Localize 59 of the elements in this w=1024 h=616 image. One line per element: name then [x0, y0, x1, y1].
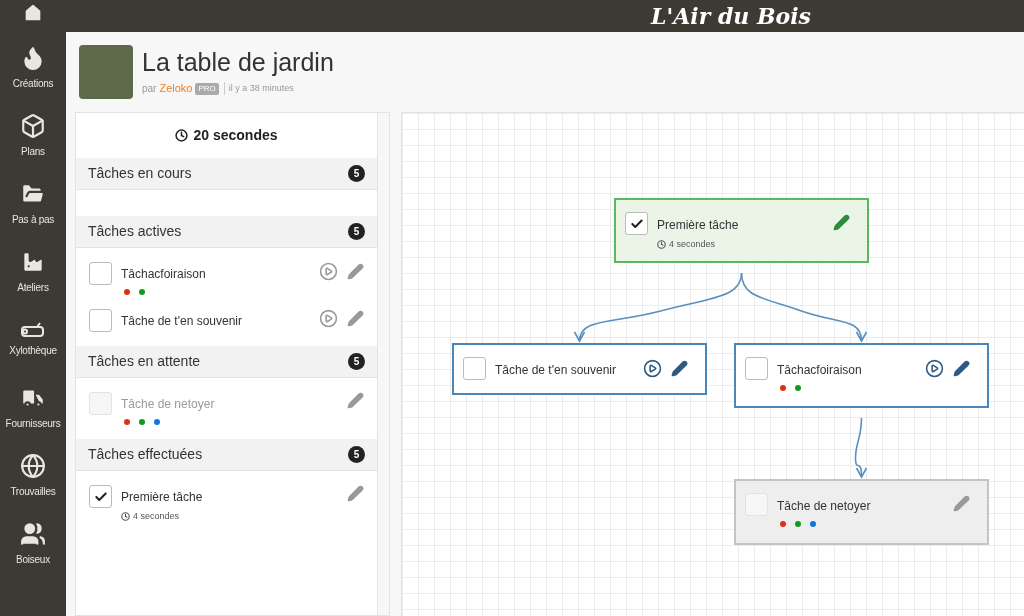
task-node[interactable]: Tâche de netoyer	[734, 479, 989, 545]
task-duration: 4 secondes	[133, 510, 180, 523]
count-badge: 5	[348, 353, 365, 370]
post-time: il y a 38 minutes	[223, 81, 294, 96]
clock-icon	[657, 240, 666, 250]
people-icon	[20, 521, 46, 547]
by-label: par	[142, 82, 157, 97]
task-name: Première tâche	[657, 217, 740, 234]
task-checkbox[interactable]	[625, 212, 648, 235]
task-name: Tâche de t'en souvenir	[121, 313, 244, 330]
sidebar-item[interactable]: Fournisseurs	[0, 374, 66, 442]
count-badge: 5	[348, 446, 365, 463]
sidebar-item[interactable]: Pas à pas	[0, 170, 66, 238]
edit-button[interactable]	[833, 214, 850, 231]
total-timer: 20 secondes	[193, 126, 278, 145]
task-checkbox[interactable]	[89, 392, 112, 415]
sidebar-item[interactable]: Xylothèque	[0, 306, 66, 374]
pro-badge: PRO	[195, 82, 219, 95]
task-checkbox[interactable]	[89, 309, 112, 332]
task-name: Tâchacfoiraison	[121, 266, 207, 283]
connector-arrow	[854, 417, 868, 479]
sidebar-item[interactable]: Trouvailles	[0, 442, 66, 510]
task-checkbox[interactable]	[89, 485, 112, 508]
task-name: Première tâche	[121, 489, 204, 506]
task-name: Tâche de t'en souvenir	[495, 362, 618, 379]
sidebar-item[interactable]: Boiseux	[0, 510, 66, 578]
task-name: Tâche de netoyer	[121, 396, 216, 413]
clock-icon	[175, 129, 189, 142]
check-icon	[629, 216, 644, 231]
play-button[interactable]	[925, 359, 944, 378]
count-badge: 5	[348, 223, 365, 240]
section-header: Tâches effectuées 5	[76, 439, 377, 471]
task-checkbox[interactable]	[463, 357, 486, 380]
task-node[interactable]: Tâche de t'en souvenir	[452, 343, 707, 395]
log-icon	[20, 322, 46, 338]
project-title: La table de jardin	[142, 47, 334, 79]
task-name: Tâche de netoyer	[777, 498, 872, 515]
play-button[interactable]	[643, 359, 662, 378]
edit-button[interactable]	[953, 360, 970, 377]
sidebar-item[interactable]: Ateliers	[0, 238, 66, 306]
avatar-placeholder	[79, 45, 133, 99]
sidebar-item[interactable]: Créations	[0, 34, 66, 102]
section-header: Tâches actives 5	[76, 216, 377, 248]
task-name: Tâchacfoiraison	[777, 362, 863, 379]
task-node[interactable]: Première tâche 4 secondes	[614, 198, 869, 263]
task-checkbox[interactable]	[745, 357, 768, 380]
section-header: Tâches en cours 5	[76, 158, 377, 190]
section-header: Tâches en attente 5	[76, 346, 377, 378]
task-duration: 4 secondes	[669, 238, 716, 251]
check-icon	[93, 489, 108, 504]
globe-icon	[20, 453, 46, 479]
task-checkbox[interactable]	[89, 262, 112, 285]
task-node[interactable]: Tâchacfoiraison	[734, 343, 989, 408]
clock-icon	[121, 512, 130, 522]
count-badge: 5	[348, 165, 365, 182]
cube-icon	[20, 113, 46, 139]
site-logo[interactable]: L'Air du Bois	[651, 5, 811, 27]
sidebar-item[interactable]: Plans	[0, 102, 66, 170]
edit-button[interactable]	[671, 360, 688, 377]
